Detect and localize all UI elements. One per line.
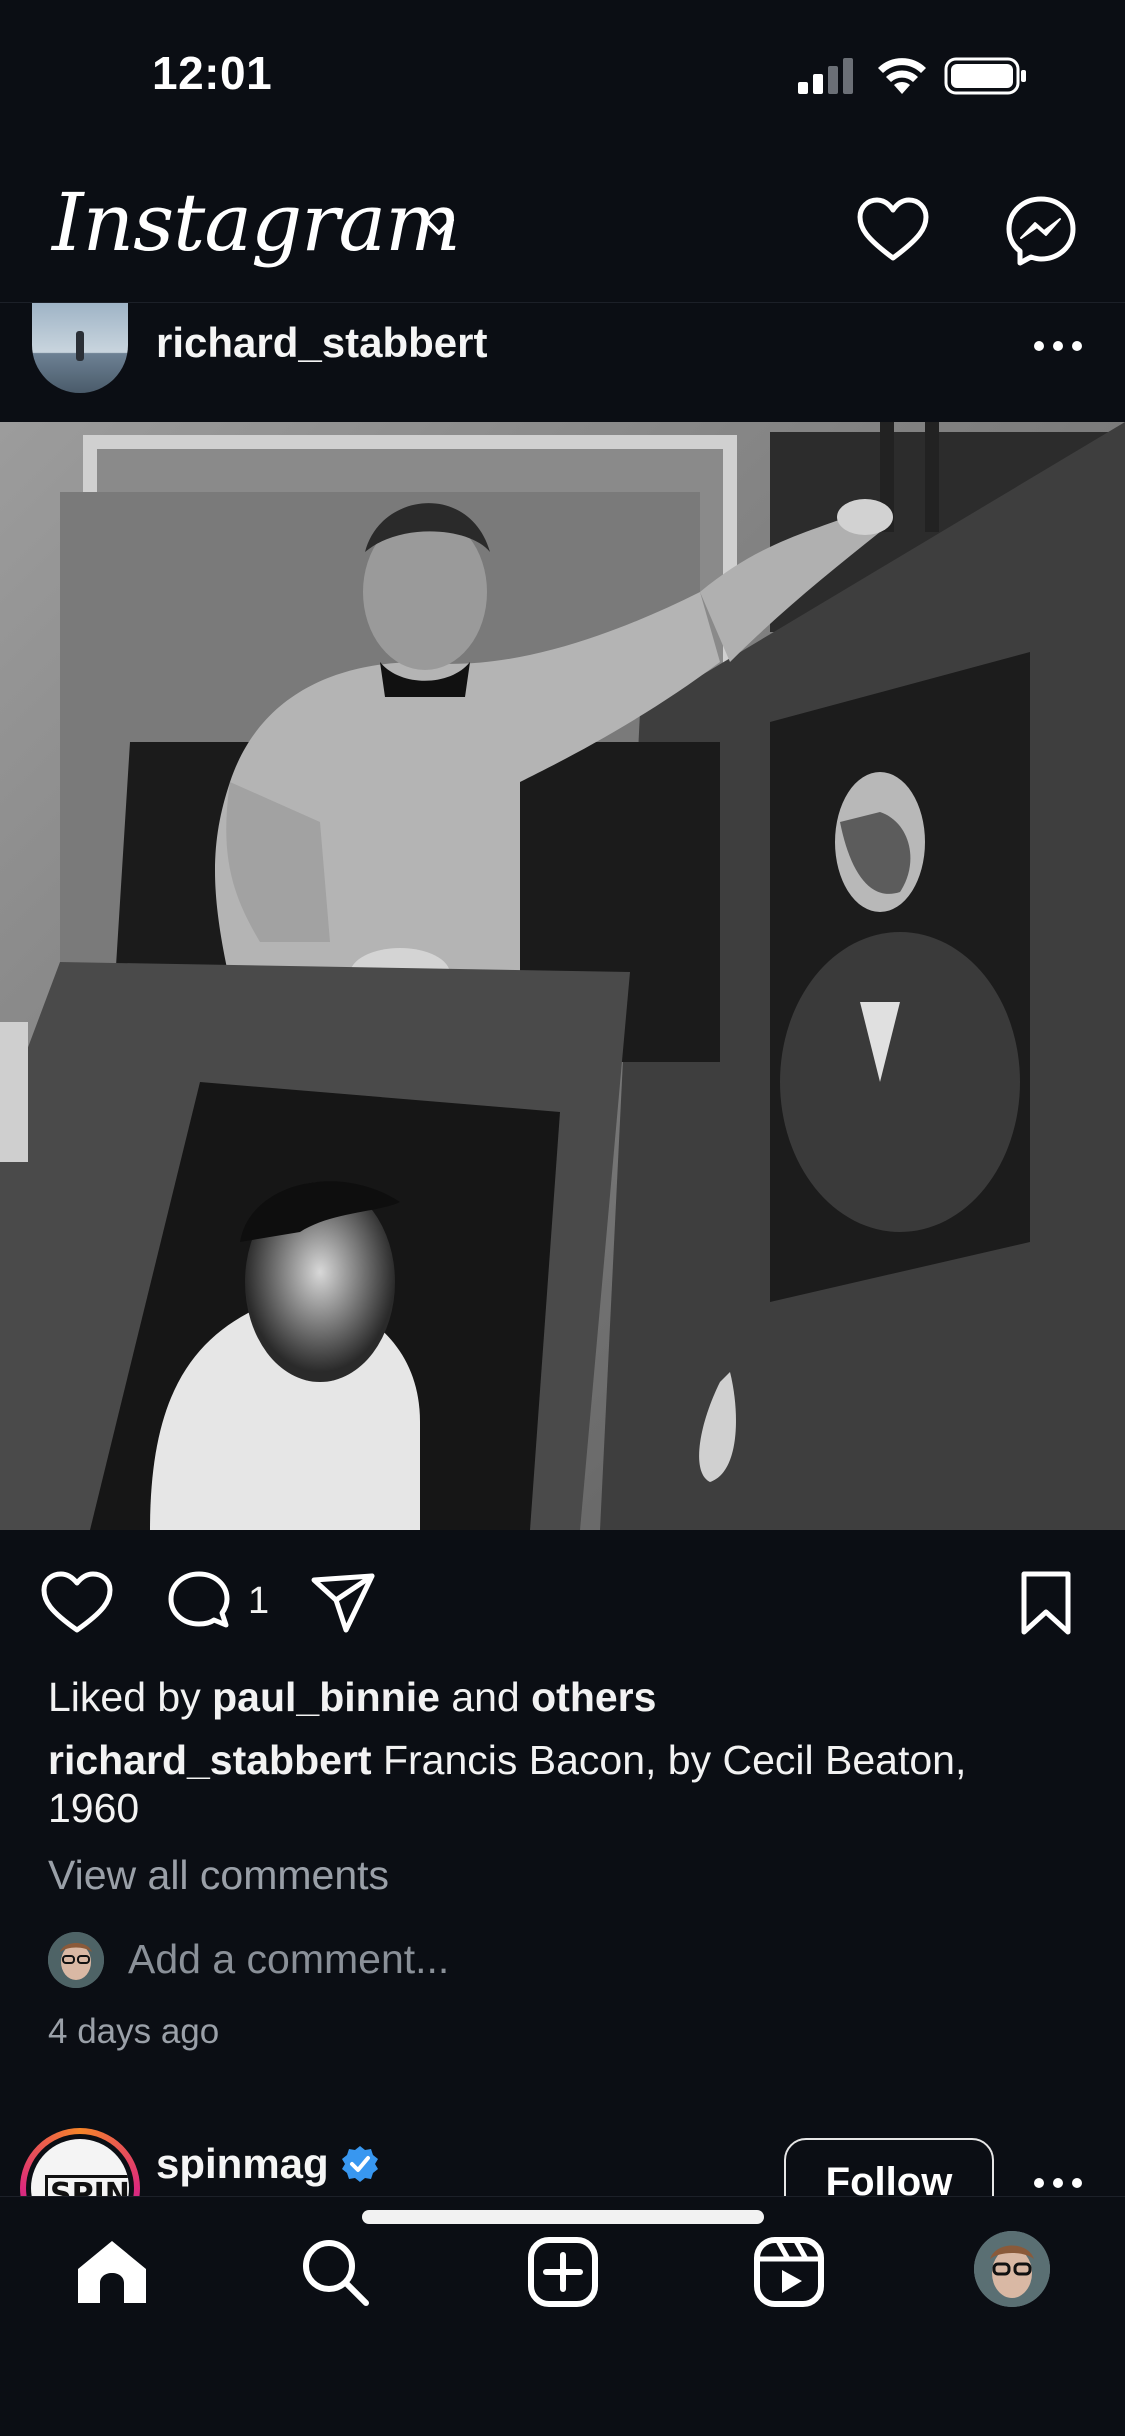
add-comment-input[interactable]: Add a comment... — [128, 1936, 449, 1983]
reels-icon[interactable] — [752, 2235, 826, 2309]
messenger-icon[interactable] — [1004, 194, 1078, 268]
post-actions: 1 — [0, 1540, 1125, 1660]
follow-button[interactable]: Follow — [784, 2138, 994, 2196]
comment-count: 1 — [248, 1580, 270, 1622]
share-icon[interactable] — [308, 1570, 378, 1636]
post-caption: richard_stabbert Francis Bacon, by Cecil… — [48, 1736, 1068, 1832]
wifi-icon — [878, 58, 926, 94]
post-header: richard_stabbert — [0, 303, 1125, 423]
status-time: 12:01 — [152, 47, 273, 99]
status-bar: 12:01 — [0, 0, 1125, 150]
chevron-down-icon[interactable] — [420, 212, 458, 240]
caption-username[interactable]: richard_stabbert — [48, 1737, 372, 1783]
battery-icon — [944, 57, 1026, 95]
bookmark-icon[interactable] — [1016, 1568, 1076, 1638]
next-post-avatar[interactable]: SPIN — [20, 2128, 140, 2196]
next-post-username[interactable]: spinmag — [156, 2140, 329, 2188]
home-indicator — [362, 2210, 764, 2224]
next-post-header: SPIN spinmag Follow — [0, 2120, 1125, 2196]
profile-avatar[interactable] — [974, 2231, 1050, 2307]
app-header: Instagram — [0, 150, 1125, 302]
liked-user-link[interactable]: paul_binnie — [212, 1674, 440, 1720]
current-user-avatar — [48, 1932, 104, 1988]
more-options-icon[interactable] — [1032, 2176, 1084, 2190]
post-author-avatar[interactable] — [32, 303, 128, 393]
search-icon[interactable] — [298, 2235, 372, 2309]
more-options-icon[interactable] — [1032, 339, 1084, 353]
liked-prefix: Liked by — [48, 1674, 213, 1720]
home-icon[interactable] — [74, 2237, 150, 2307]
post-timestamp: 4 days ago — [48, 2012, 220, 2051]
liked-by-text: Liked by paul_binnie and others — [48, 1674, 656, 1721]
view-all-comments-link[interactable]: View all comments — [48, 1852, 389, 1899]
post-photo-image — [0, 422, 1125, 1530]
post-username[interactable]: richard_stabbert — [156, 319, 487, 367]
post-photo[interactable] — [0, 422, 1125, 1530]
heart-icon[interactable] — [856, 196, 930, 264]
liked-others-link[interactable]: others — [531, 1674, 656, 1720]
create-icon[interactable] — [526, 2235, 600, 2309]
comment-icon[interactable] — [164, 1568, 234, 1638]
liked-middle: and — [439, 1674, 532, 1720]
cellular-signal-icon — [798, 58, 853, 94]
verified-badge-icon — [342, 2146, 378, 2182]
bottom-navigation — [0, 2196, 1125, 2436]
heart-icon[interactable] — [40, 1570, 114, 1636]
spin-logo-text: SPIN — [45, 2175, 129, 2196]
instagram-logo[interactable]: Instagram — [52, 176, 461, 269]
